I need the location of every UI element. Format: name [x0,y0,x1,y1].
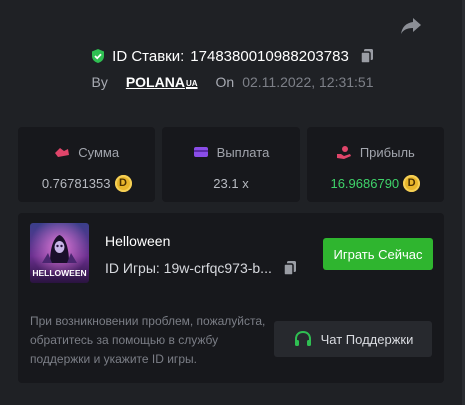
thumb-text: HELLOWEEN [32,268,86,278]
username-suffix: UA [185,79,198,88]
hand-coin-icon [336,146,351,159]
copy-icon[interactable] [282,260,298,276]
stat-amount-label: Сумма [78,144,120,160]
bet-date: 02.11.2022, 12:31:51 [242,74,374,90]
headset-icon [294,330,311,346]
bet-author-row: By POLANAUA On 02.11.2022, 12:31:51 [0,71,465,93]
support-chat-label: Чат Поддержки [320,331,414,347]
bet-id-row: ID Ставки: 1748380010988203783 [0,44,465,68]
shield-check-icon [92,49,105,63]
game-title[interactable]: Helloween [105,233,170,249]
support-chat-button[interactable]: Чат Поддержки [274,321,432,357]
coin-icon: D [403,174,421,192]
stat-profit: Прибыль 16.9686790 D [306,127,444,202]
stat-payout-label: Выплата [216,144,270,160]
stat-payout-value: 23.1 x [213,175,249,191]
card-icon [193,147,208,157]
copy-icon[interactable] [359,48,375,64]
game-id-row: ID Игры: 19w-crfqc973-b... [105,260,298,276]
on-label: On [215,74,235,90]
bet-id-label: ID Ставки: [112,47,185,65]
stat-profit-value: 16.9686790 [330,175,400,191]
game-id: ID Игры: 19w-crfqc973-b... [105,260,272,276]
stat-profit-label: Прибыль [359,144,415,160]
username: POLANA [125,74,185,90]
username-link[interactable]: POLANAUA [126,74,198,90]
bet-id-value: 1748380010988203783 [190,47,349,65]
coin-icon: D [114,174,132,192]
game-panel: HELLOWEEN Helloween ID Игры: 19w-crfqc97… [18,213,444,383]
stat-amount-value: 0.76781353 [41,175,111,191]
by-label: By [91,74,108,90]
bet-stats: Сумма 0.76781353 D Выплата 23.1 x Прибыл… [18,127,444,202]
share-icon[interactable] [399,16,423,36]
play-now-button[interactable]: Играть Сейчас [323,238,433,270]
cash-icon [55,148,70,157]
stat-payout: Выплата 23.1 x [162,127,300,202]
help-text: При возникновении проблем, пожалуйста, о… [30,314,266,366]
stat-amount: Сумма 0.76781353 D [18,127,156,202]
game-thumbnail[interactable]: HELLOWEEN [30,223,89,283]
